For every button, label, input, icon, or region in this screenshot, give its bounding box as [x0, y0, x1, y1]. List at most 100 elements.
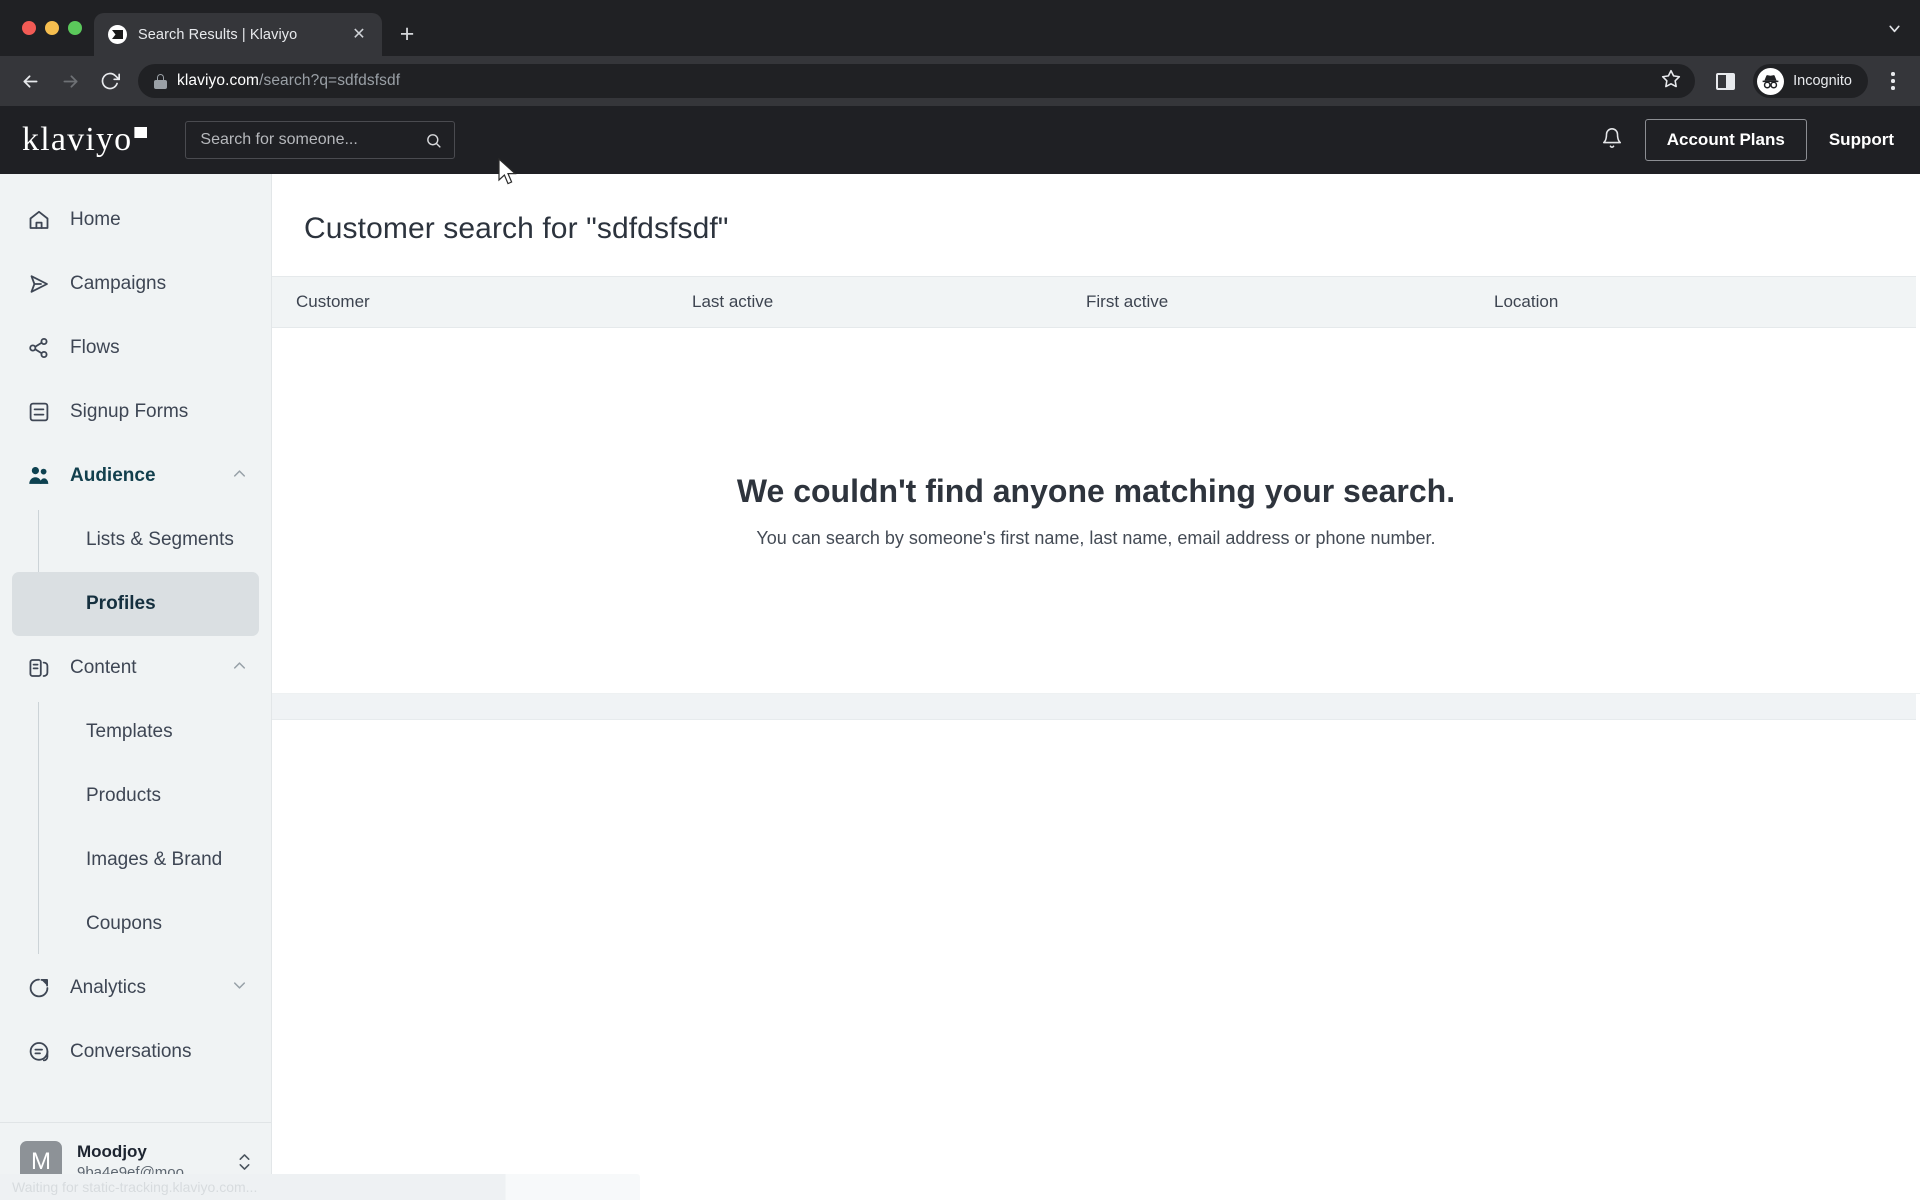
maximize-window-button[interactable] [68, 21, 82, 35]
app-body: Home Campaigns Flows Signup Forms Audien… [0, 174, 1920, 1200]
up-down-chevron-icon[interactable] [236, 1150, 253, 1174]
sidebar-item-templates[interactable]: Templates [12, 700, 259, 764]
sidebar-item-conversations[interactable]: Conversations [0, 1020, 271, 1084]
sidebar-item-analytics[interactable]: Analytics [0, 956, 271, 1020]
global-search-box[interactable] [185, 121, 456, 159]
reload-icon[interactable] [92, 63, 128, 99]
kebab-menu-icon[interactable] [1876, 64, 1910, 98]
url-path: /search?q=sdfdsfsdf [259, 72, 401, 89]
new-tab-button[interactable]: + [390, 17, 424, 51]
app-header: klaviyo Account Plans Support [0, 106, 1920, 174]
bookmark-star-icon[interactable] [1661, 69, 1681, 94]
address-bar-actions [1661, 69, 1681, 94]
sidebar-item-label: Conversations [70, 1041, 192, 1062]
column-header-customer[interactable]: Customer [272, 292, 692, 312]
klaviyo-logo[interactable]: klaviyo [22, 121, 148, 158]
klaviyo-favicon-icon [108, 25, 127, 44]
column-header-last-active[interactable]: Last active [692, 292, 1086, 312]
lock-icon [154, 73, 167, 89]
analytics-pie-icon [26, 975, 52, 1001]
klaviyo-logo-text: klaviyo [22, 121, 133, 158]
incognito-label: Incognito [1793, 73, 1852, 89]
sidebar-item-label: Campaigns [70, 273, 167, 294]
window-traffic-lights [14, 0, 94, 56]
address-bar-url: klaviyo.com/search?q=sdfdsfsdf [177, 72, 400, 90]
sidebar-subnav-content: Templates Products Images & Brand Coupon… [0, 700, 271, 956]
sidebar-subitem-label: Coupons [86, 913, 163, 934]
sidebar-item-lists-and-segments[interactable]: Lists & Segments [12, 508, 259, 572]
sidebar-item-products[interactable]: Products [12, 764, 259, 828]
sidebar-item-label: Flows [70, 337, 120, 358]
address-bar[interactable]: klaviyo.com/search?q=sdfdsfsdf [138, 64, 1696, 98]
sidebar-item-content[interactable]: Content [0, 636, 271, 700]
forward-arrow-icon[interactable] [52, 63, 88, 99]
chevron-down-icon[interactable] [1878, 12, 1910, 44]
support-link[interactable]: Support [1829, 130, 1894, 150]
close-window-button[interactable] [22, 21, 36, 35]
sidebar-subnav-audience: Lists & Segments Profiles [0, 508, 271, 636]
account-plans-button[interactable]: Account Plans [1644, 119, 1807, 161]
search-icon [427, 133, 441, 148]
flows-nodes-icon [26, 335, 52, 361]
status-bar: Waiting for static-tracking.klaviyo.com.… [0, 1174, 640, 1200]
sidebar-subitem-label: Templates [86, 721, 173, 742]
results-table-footer [272, 694, 1916, 720]
sidebar-subitem-label: Images & Brand [86, 849, 223, 870]
sidebar-nav: Home Campaigns Flows Signup Forms Audien… [0, 174, 271, 1122]
browser-window: Search Results | Klaviyo ✕ + klaviyo.com… [0, 0, 1920, 1200]
content-pages-icon [26, 655, 52, 681]
results-table-header: Customer Last active First active Locati… [272, 276, 1916, 328]
column-header-first-active[interactable]: First active [1086, 292, 1494, 312]
sidebar-item-label: Analytics [70, 977, 147, 998]
column-header-location[interactable]: Location [1494, 292, 1916, 312]
back-arrow-icon[interactable] [12, 63, 48, 99]
sidebar-subitem-label: Lists & Segments [86, 529, 234, 550]
klaviyo-app: klaviyo Account Plans Support [0, 106, 1920, 1200]
sidebar-item-label: Content [70, 657, 137, 678]
sidebar-item-label: Audience [70, 465, 156, 486]
home-icon [26, 207, 52, 233]
tab-strip-right-controls [1878, 0, 1920, 56]
sidebar-item-profiles[interactable]: Profiles [12, 572, 259, 636]
sidebar-subitem-label: Products [86, 785, 161, 806]
sidebar-item-campaigns[interactable]: Campaigns [0, 252, 271, 316]
sidebar-item-images-and-brand[interactable]: Images & Brand [12, 828, 259, 892]
empty-state: We couldn't find anyone matching your se… [272, 328, 1920, 694]
account-name: Moodjoy [77, 1142, 147, 1161]
incognito-indicator[interactable]: Incognito [1753, 64, 1868, 98]
chevron-up-icon[interactable] [230, 464, 249, 489]
browser-toolbar: klaviyo.com/search?q=sdfdsfsdf Incognito [0, 56, 1920, 106]
app-header-actions: Account Plans Support [1601, 119, 1894, 161]
conversations-chat-icon [26, 1039, 52, 1065]
sidebar-item-label: Signup Forms [70, 401, 189, 422]
campaigns-send-icon [26, 271, 52, 297]
chevron-down-icon[interactable] [230, 976, 249, 1001]
signup-forms-icon [26, 399, 52, 425]
sidebar-subitem-label: Profiles [86, 593, 156, 614]
chevron-up-icon[interactable] [230, 656, 249, 681]
sidebar-item-coupons[interactable]: Coupons [12, 892, 259, 956]
sidebar-item-label: Home [70, 209, 121, 230]
klaviyo-logo-mark-icon [134, 127, 148, 138]
browser-tab-title: Search Results | Klaviyo [138, 26, 298, 43]
search-input[interactable] [200, 131, 418, 149]
sidebar-item-signup-forms[interactable]: Signup Forms [0, 380, 271, 444]
side-panel-icon[interactable] [1707, 63, 1743, 99]
sidebar-item-audience[interactable]: Audience [0, 444, 271, 508]
page-title: Customer search for "sdfdsfsdf" [304, 212, 729, 245]
minimize-window-button[interactable] [45, 21, 59, 35]
empty-state-title: We couldn't find anyone matching your se… [736, 472, 1456, 509]
audience-people-icon [26, 463, 52, 489]
browser-tab-strip: Search Results | Klaviyo ✕ + [0, 0, 1920, 56]
status-bar-text: Waiting for static-tracking.klaviyo.com.… [12, 1179, 258, 1195]
notification-bell-icon[interactable] [1601, 126, 1623, 155]
sidebar: Home Campaigns Flows Signup Forms Audien… [0, 174, 272, 1200]
incognito-icon [1757, 67, 1785, 95]
main-content: Customer search for "sdfdsfsdf" Customer… [272, 174, 1920, 1200]
browser-tab[interactable]: Search Results | Klaviyo ✕ [94, 13, 382, 56]
sidebar-item-home[interactable]: Home [0, 188, 271, 252]
close-tab-icon[interactable]: ✕ [348, 24, 370, 46]
empty-state-subtitle: You can search by someone's first name, … [756, 527, 1436, 548]
sidebar-item-flows[interactable]: Flows [0, 316, 271, 380]
url-host: klaviyo.com [177, 72, 260, 89]
